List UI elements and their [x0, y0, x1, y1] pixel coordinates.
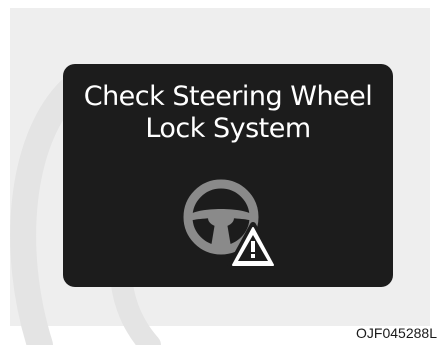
- warning-message-line2: Lock System: [145, 113, 311, 144]
- steering-wheel-warning-icon: [175, 165, 285, 275]
- warning-message-line1: Check Steering Wheel: [83, 81, 373, 112]
- cluster-display: Check Steering Wheel Lock System: [63, 64, 393, 287]
- page: Check Steering Wheel Lock System OJF0452…: [0, 0, 439, 345]
- figure-code: OJF045288L: [356, 325, 437, 341]
